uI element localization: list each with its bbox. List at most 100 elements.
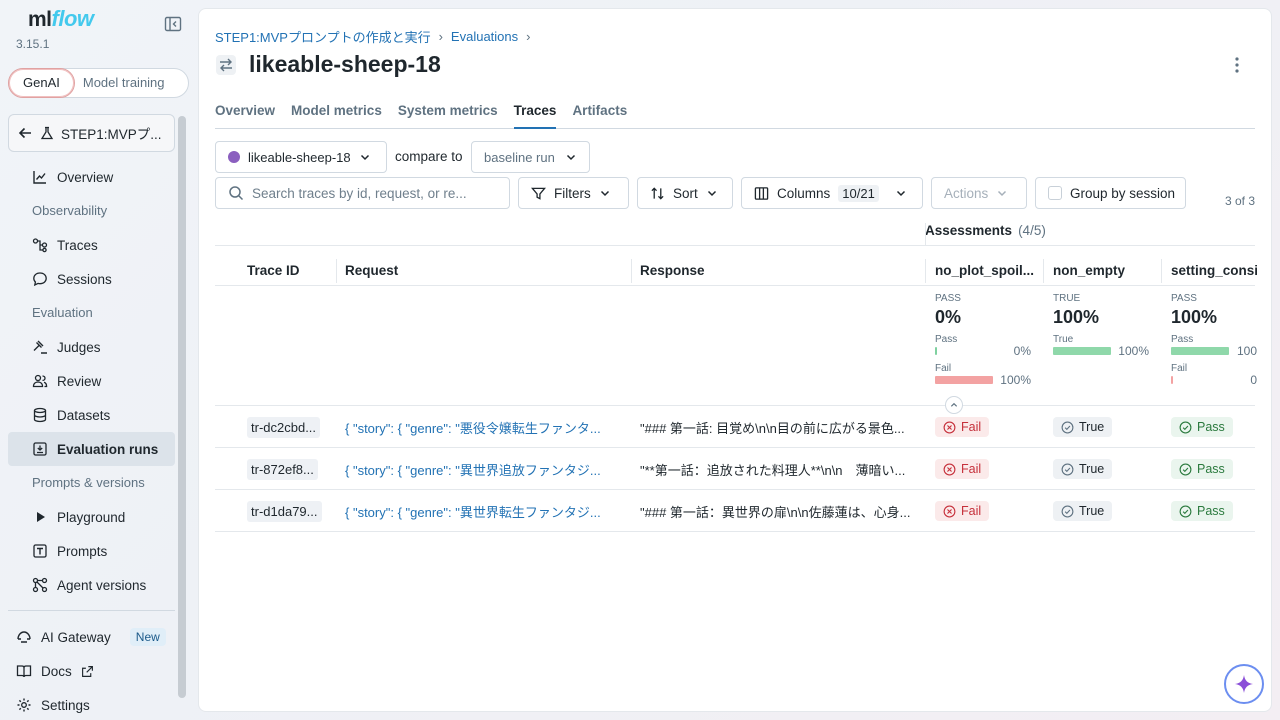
mode-model-training[interactable]: Model training (75, 69, 165, 97)
assistant-button[interactable] (1224, 664, 1264, 704)
columns-count-badge: 10/21 (838, 184, 879, 202)
sidebar-item-evaluation-runs[interactable]: Evaluation runs (8, 432, 175, 466)
experiment-selector[interactable]: STEP1:MVPプ... (8, 114, 175, 152)
sidebar-item-playground[interactable]: Playground (8, 500, 175, 534)
mode-switch: GenAI Model training (8, 68, 189, 98)
table-row[interactable]: tr-872ef8... { "story": { "genre": "異世界追… (215, 448, 1255, 490)
table-row[interactable]: tr-dc2cbd... { "story": { "genre": "悪役令嬢… (215, 406, 1255, 448)
pass-bar: 100 (1171, 344, 1257, 358)
check-circle-icon (1179, 463, 1192, 475)
run-tabs: Overview Model metrics System metrics Tr… (215, 101, 1255, 129)
sort-button[interactable]: Sort (637, 177, 733, 209)
col-setting-consistency[interactable]: setting_consi (1171, 263, 1257, 278)
trace-id[interactable]: tr-872ef8... (247, 458, 318, 480)
response-cell[interactable]: "### 第一話：異世界の扉\n\n佐藤蓮は、心身... (640, 490, 920, 532)
stat-setting-consistency: PASS 100% Pass 100 Fail 0 (1171, 293, 1257, 386)
response-cell[interactable]: "**第一話：追放された料理人**\n\n 薄暗い... (640, 448, 920, 490)
traces-icon (32, 238, 48, 253)
col-divider[interactable] (1161, 259, 1162, 283)
table-row[interactable]: tr-d1da79... { "story": { "genre": "異世界転… (215, 490, 1255, 532)
sidebar-item-ai-gateway[interactable]: AI Gateway New (8, 620, 175, 654)
assessment-fail-chip[interactable]: Fail (935, 417, 990, 437)
more-options-icon[interactable] (1229, 55, 1245, 75)
sidebar-item-sessions[interactable]: Sessions (8, 262, 175, 296)
breadcrumb-evaluations[interactable]: Evaluations (451, 29, 518, 44)
trace-id[interactable]: tr-d1da79... (247, 500, 322, 522)
flask-icon (40, 126, 54, 140)
sidebar-scrollbar[interactable] (178, 116, 186, 698)
play-icon (37, 512, 45, 522)
chevron-down-icon (360, 154, 369, 161)
group-by-session-toggle[interactable]: Group by session (1035, 177, 1186, 209)
sidebar-item-docs[interactable]: Docs (8, 654, 175, 688)
run-compare-icon (216, 54, 236, 75)
columns-icon (754, 186, 769, 200)
sidebar-item-overview[interactable]: Overview (8, 160, 175, 194)
col-request[interactable]: Request (345, 263, 625, 278)
col-divider[interactable] (925, 259, 926, 283)
filters-button[interactable]: Filters (518, 177, 629, 209)
col-divider[interactable] (631, 259, 632, 283)
actions-button[interactable]: Actions (931, 177, 1027, 209)
col-trace-id[interactable]: Trace ID (247, 263, 327, 278)
sidebar-item-agent-versions[interactable]: Agent versions (8, 568, 175, 602)
col-divider[interactable] (336, 259, 337, 283)
trace-id[interactable]: tr-dc2cbd... (247, 416, 321, 438)
sidebar-item-traces[interactable]: Traces (8, 228, 175, 262)
assessment-true-chip[interactable]: True (1053, 459, 1113, 479)
new-badge: New (129, 628, 166, 646)
assessment-pass-chip[interactable]: Pass (1171, 417, 1233, 437)
filter-icon (531, 187, 546, 200)
breadcrumb-experiment[interactable]: STEP1:MVPプロンプトの作成と実行 (215, 27, 431, 46)
request-cell[interactable]: { "story": { "genre": "悪役令嬢転生ファンタ... (345, 406, 625, 448)
col-no-plot-spoiler[interactable]: no_plot_spoil... (935, 263, 1035, 278)
assessment-fail-chip[interactable]: Fail (935, 459, 990, 479)
tab-artifacts[interactable]: Artifacts (572, 101, 627, 129)
version-label: 3.15.1 (16, 37, 50, 51)
search-input[interactable]: Search traces by id, request, or re... (215, 177, 510, 209)
assessments-header: Assessments (4/5) (925, 223, 1046, 238)
fail-bar: 0 (1171, 373, 1257, 386)
true-bar: 100% (1053, 344, 1163, 358)
assessment-true-chip[interactable]: True (1053, 501, 1113, 521)
tab-traces[interactable]: Traces (513, 101, 557, 129)
col-non-empty[interactable]: non_empty (1053, 263, 1153, 278)
run-selector-value: likeable-sheep-18 (248, 149, 351, 165)
database-icon (33, 407, 47, 423)
assessment-pass-chip[interactable]: Pass (1171, 459, 1233, 479)
assessment-fail-chip[interactable]: Fail (935, 501, 990, 521)
col-divider[interactable] (1043, 259, 1044, 283)
header-divider (215, 245, 1255, 246)
run-selector[interactable]: likeable-sheep-18 (215, 141, 387, 173)
compare-label: compare to (395, 149, 463, 164)
chevron-down-icon (896, 190, 905, 197)
assessment-true-chip[interactable]: True (1053, 417, 1113, 437)
sidebar: ml flow 3.15.1 GenAI Model training STEP1… (0, 0, 190, 720)
sidebar-item-review[interactable]: Review (8, 364, 175, 398)
sidebar-item-judges[interactable]: Judges (8, 330, 175, 364)
stat-percentage: 100% (1171, 307, 1218, 327)
check-circle-icon (1061, 505, 1074, 517)
baseline-selector[interactable]: baseline run (471, 141, 590, 173)
sidebar-collapse-icon[interactable] (164, 15, 182, 33)
result-count: 3 of 3 (1224, 194, 1255, 208)
sidebar-item-settings[interactable]: Settings (8, 688, 175, 720)
mlflow-logo[interactable]: ml flow (28, 6, 94, 32)
response-cell[interactable]: "### 第一話: 目覚め\n\n目の前に広がる景色... (640, 406, 920, 448)
sort-icon (651, 186, 664, 200)
request-cell[interactable]: { "story": { "genre": "異世界追放ファンタジ... (345, 448, 625, 490)
assessment-pass-chip[interactable]: Pass (1171, 501, 1233, 521)
gavel-icon (33, 340, 47, 354)
sidebar-divider (8, 610, 175, 611)
tab-model-metrics[interactable]: Model metrics (291, 101, 382, 129)
sidebar-item-prompts[interactable]: Prompts (8, 534, 175, 568)
columns-button[interactable]: Columns 10/21 (741, 177, 923, 209)
col-response[interactable]: Response (640, 263, 920, 278)
arrow-left-icon[interactable] (17, 125, 33, 141)
request-cell[interactable]: { "story": { "genre": "異世界転生ファンタジ... (345, 490, 625, 532)
tab-overview[interactable]: Overview (215, 101, 275, 129)
sidebar-item-datasets[interactable]: Datasets (8, 398, 175, 432)
mode-genai[interactable]: GenAI (8, 68, 75, 98)
group-by-session-checkbox[interactable] (1048, 186, 1062, 200)
tab-system-metrics[interactable]: System metrics (398, 101, 498, 129)
